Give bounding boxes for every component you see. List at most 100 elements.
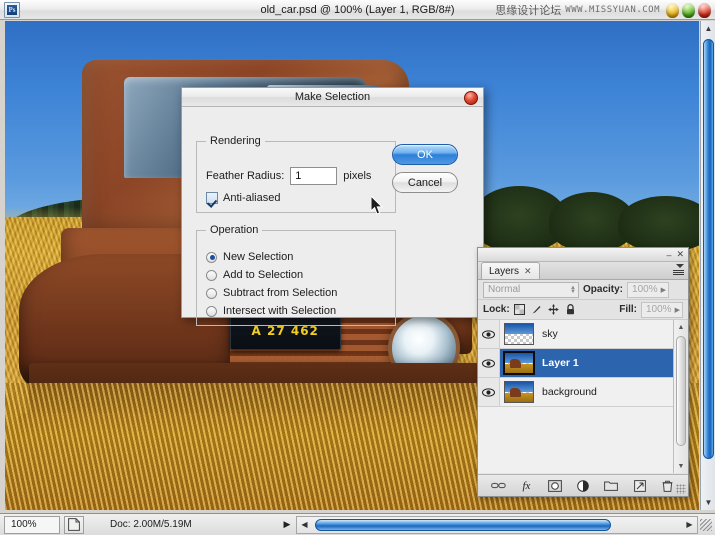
zoom-level-value: 100% <box>11 519 37 530</box>
zoom-level-input[interactable]: 100% <box>4 515 60 534</box>
scroll-down-arrow-icon[interactable]: ▼ <box>701 495 715 510</box>
panel-minimize-icon[interactable]: – <box>666 250 671 260</box>
lock-label: Lock: <box>483 304 510 315</box>
layers-panel-tabrow[interactable]: Layers ✕ <box>478 262 688 280</box>
anti-aliased-checkbox[interactable] <box>206 192 218 204</box>
opacity-field[interactable]: 100% ▶ <box>627 281 670 298</box>
radio-label-new-selection: New Selection <box>223 251 294 263</box>
feather-radius-label: Feather Radius: <box>206 170 285 182</box>
opacity-label: Opacity: <box>583 284 624 295</box>
table-row[interactable]: background <box>478 378 675 407</box>
panel-resize-grip[interactable] <box>676 484 686 494</box>
horizontal-scroll-thumb[interactable] <box>315 518 611 531</box>
scroll-up-arrow-icon[interactable]: ▲ <box>674 320 688 334</box>
layers-scroll-thumb[interactable] <box>676 336 686 446</box>
scroll-right-arrow-icon[interactable]: ▶ <box>682 517 697 533</box>
tab-close-icon[interactable]: ✕ <box>524 266 532 277</box>
radio-label-add-to-selection: Add to Selection <box>223 269 304 281</box>
ok-button[interactable]: OK <box>392 144 458 165</box>
thumb-sky <box>505 324 533 335</box>
lock-transparency-icon[interactable] <box>513 304 525 315</box>
scroll-left-arrow-icon[interactable]: ◀ <box>297 517 312 533</box>
scroll-up-arrow-icon[interactable]: ▲ <box>701 21 715 36</box>
radio-label-intersect-with-selection: Intersect with Selection <box>223 305 337 317</box>
lock-position-icon[interactable] <box>547 304 559 315</box>
layer-mask-icon[interactable] <box>547 478 562 493</box>
layer-visibility-toggle[interactable] <box>478 349 500 377</box>
thumb-truck <box>510 359 522 369</box>
layers-panel-scrollbar[interactable]: ▲ ▼ <box>673 320 687 473</box>
radio-label-subtract-from-selection: Subtract from Selection <box>223 287 338 299</box>
dialog-title: Make Selection <box>294 91 371 103</box>
new-layer-icon[interactable] <box>632 478 647 493</box>
layer-visibility-toggle[interactable] <box>478 378 500 406</box>
eye-icon <box>482 358 495 368</box>
blend-mode-select[interactable]: Normal ▲ ▼ <box>483 281 579 298</box>
dialog-titlebar[interactable]: Make Selection <box>182 88 483 107</box>
layer-name[interactable]: background <box>538 386 597 398</box>
vertical-scroll-thumb[interactable] <box>703 39 714 459</box>
tab-layers-label: Layers <box>489 265 520 277</box>
radio-intersect-with-selection[interactable]: Intersect with Selection <box>206 305 336 317</box>
radio-new-selection[interactable]: New Selection <box>206 251 293 263</box>
anti-aliased-row[interactable]: Anti-aliased <box>206 192 280 204</box>
fill-value: 100% <box>646 304 672 315</box>
layer-name[interactable]: sky <box>538 328 558 340</box>
layer-list[interactable]: sky Layer 1 background <box>478 320 675 473</box>
link-layers-icon[interactable] <box>490 478 506 493</box>
panel-menu-icon[interactable] <box>673 264 684 275</box>
layer-thumbnail-cell[interactable] <box>500 381 538 403</box>
lock-all-icon[interactable] <box>565 304 576 315</box>
panel-close-icon[interactable]: ✕ <box>676 249 684 260</box>
table-row[interactable]: sky <box>478 320 675 349</box>
cancel-button[interactable]: Cancel <box>392 172 458 193</box>
feather-radius-input[interactable] <box>290 167 338 185</box>
document-vertical-scrollbar[interactable]: ▲ ▼ <box>700 21 715 510</box>
radio-icon-add-to-selection[interactable] <box>206 269 217 281</box>
eye-icon <box>482 329 495 339</box>
layer-thumbnail-cell[interactable] <box>500 323 538 345</box>
fill-field[interactable]: 100% ▶ <box>641 301 683 318</box>
layers-panel-titlebar[interactable]: – ✕ <box>478 248 688 262</box>
window-resize-grip[interactable] <box>700 518 712 531</box>
new-group-icon[interactable] <box>604 478 619 493</box>
make-selection-dialog[interactable]: Make Selection Rendering Feather Radius:… <box>181 87 484 326</box>
document-horizontal-scrollbar[interactable]: ◀ ▶ <box>296 515 698 534</box>
radio-icon-new-selection[interactable] <box>206 251 217 263</box>
rendering-legend: Rendering <box>206 135 265 147</box>
close-icon[interactable] <box>464 91 478 105</box>
window-titlebar: Ps old_car.psd @ 100% (Layer 1, RGB/8#) … <box>0 0 715 20</box>
layer-thumbnail <box>503 351 535 375</box>
layer-thumbnail <box>504 323 534 345</box>
eye-icon <box>482 387 495 397</box>
lock-fill-row: Lock: Fill: 100% ▶ <box>478 300 688 320</box>
lock-icon-group <box>513 304 576 315</box>
chevron-right-icon[interactable]: ▶ <box>661 286 666 294</box>
tab-layers[interactable]: Layers ✕ <box>481 262 540 279</box>
scroll-down-arrow-icon[interactable]: ▼ <box>674 459 688 473</box>
radio-add-to-selection[interactable]: Add to Selection <box>206 269 303 281</box>
thumb-truck <box>510 388 522 398</box>
chevron-updown-icon[interactable]: ▲ ▼ <box>570 285 576 295</box>
layers-panel-bottom-toolbar[interactable]: fx <box>478 474 688 496</box>
table-row[interactable]: Layer 1 <box>478 349 675 378</box>
red-dot-icon <box>698 2 711 18</box>
layer-visibility-toggle[interactable] <box>478 320 500 348</box>
adjustment-layer-icon[interactable] <box>575 478 590 493</box>
layer-name[interactable]: Layer 1 <box>538 357 579 369</box>
radio-icon-subtract-from-selection[interactable] <box>206 287 217 299</box>
layer-thumbnail-cell[interactable] <box>500 351 538 375</box>
status-expand-arrow-icon[interactable]: ▶ <box>280 519 294 530</box>
lock-image-icon[interactable] <box>531 304 542 315</box>
tree-shape <box>618 196 699 251</box>
fill-label: Fill: <box>619 304 637 315</box>
panel-menu-triangle-icon <box>676 264 684 268</box>
layers-panel[interactable]: – ✕ Layers ✕ Normal ▲ ▼ Opacity: 100% ▶ … <box>477 247 689 497</box>
delete-layer-icon[interactable] <box>660 478 675 493</box>
chevron-right-icon[interactable]: ▶ <box>675 306 680 314</box>
layer-style-fx-icon[interactable]: fx <box>519 478 534 493</box>
radio-icon-intersect-with-selection[interactable] <box>206 305 217 317</box>
document-proxy-icon[interactable] <box>64 515 84 534</box>
radio-subtract-from-selection[interactable]: Subtract from Selection <box>206 287 337 299</box>
document-info-text[interactable]: Doc: 2.00M/5.19M <box>110 519 280 530</box>
